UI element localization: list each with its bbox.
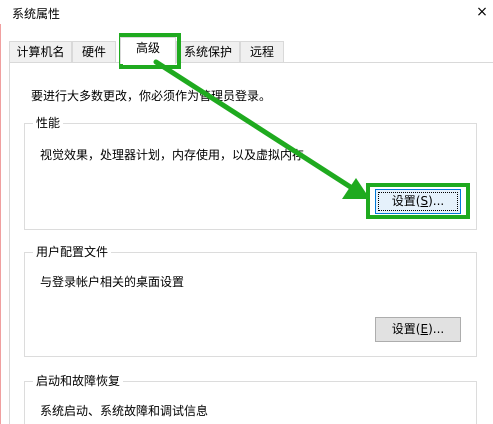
startup-recovery-group-title: 启动和故障恢复 <box>33 374 124 389</box>
title-bar: 系统属性 × <box>0 0 493 26</box>
window-title: 系统属性 <box>12 7 61 21</box>
system-properties-window: 系统属性 × 计算机名 硬件 高级 系统保护 远程 要进行大多数更改，你必须作为… <box>0 0 493 424</box>
tab-system-protection[interactable]: 系统保护 <box>176 41 240 63</box>
close-icon[interactable]: × <box>471 0 493 24</box>
tab-hardware[interactable]: 硬件 <box>72 41 116 63</box>
performance-description: 视觉效果，处理器计划，内存使用，以及虚拟内存 <box>40 148 305 162</box>
startup-recovery-description: 系统启动、系统故障和调试信息 <box>40 404 209 418</box>
user-profiles-group-title: 用户配置文件 <box>33 245 112 260</box>
advanced-tab-panel <box>9 62 493 424</box>
user-profiles-description: 与登录帐户相关的桌面设置 <box>40 275 185 289</box>
startup-recovery-group: 启动和故障恢复 系统启动、系统故障和调试信息 <box>24 374 477 424</box>
performance-settings-accesskey: S <box>420 194 429 208</box>
user-profiles-settings-button[interactable]: 设置(E)... <box>375 317 461 342</box>
admin-note: 要进行大多数更改，你必须作为管理员登录。 <box>31 89 272 103</box>
performance-settings-button[interactable]: 设置(S)... <box>375 189 461 214</box>
performance-group-title: 性能 <box>33 116 64 131</box>
tab-computer-name[interactable]: 计算机名 <box>9 41 72 63</box>
tab-remote[interactable]: 远程 <box>240 41 284 63</box>
window-left-border <box>0 24 1 424</box>
user-profiles-settings-accesskey: E <box>420 322 429 336</box>
tab-advanced[interactable]: 高级 <box>120 37 176 64</box>
tab-strip: 计算机名 硬件 高级 系统保护 远程 <box>9 37 489 64</box>
